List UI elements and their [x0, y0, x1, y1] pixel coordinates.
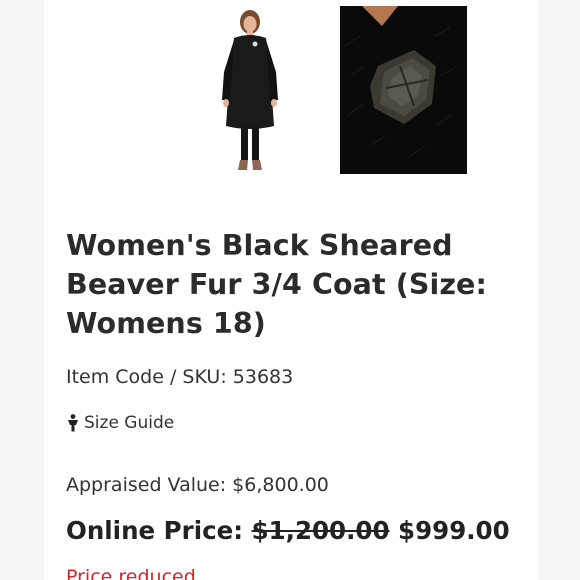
appraised-label: Appraised Value:: [66, 474, 227, 496]
model-image: [222, 10, 278, 170]
sku-label: Item Code / SKU:: [66, 366, 227, 388]
product-thumbnail-detail[interactable]: [340, 6, 467, 174]
product-card: Women's Black Sheared Beaver Fur 3/4 Coa…: [44, 0, 538, 580]
size-guide-label: Size Guide: [84, 413, 175, 433]
person-icon: [68, 414, 78, 432]
appraised-value: Appraised Value: $6,800.00: [66, 474, 329, 496]
product-title: Women's Black Sheared Beaver Fur 3/4 Coa…: [66, 229, 487, 340]
sale-price: $999.00: [398, 516, 510, 545]
item-code: Item Code / SKU: 53683: [66, 366, 293, 388]
price-reduced-link[interactable]: Price reduced: [66, 566, 196, 580]
original-price: $1,200.00: [251, 516, 390, 545]
fur-detail-image: [340, 6, 467, 174]
appraised-amount: $6,800.00: [232, 474, 329, 496]
online-price: Online Price: $1,200.00 $999.00: [66, 516, 510, 545]
sku-value: 53683: [232, 366, 294, 388]
product-thumbnail-model[interactable]: [210, 8, 290, 174]
size-guide-link[interactable]: Size Guide: [66, 413, 174, 433]
online-price-label: Online Price:: [66, 516, 244, 545]
